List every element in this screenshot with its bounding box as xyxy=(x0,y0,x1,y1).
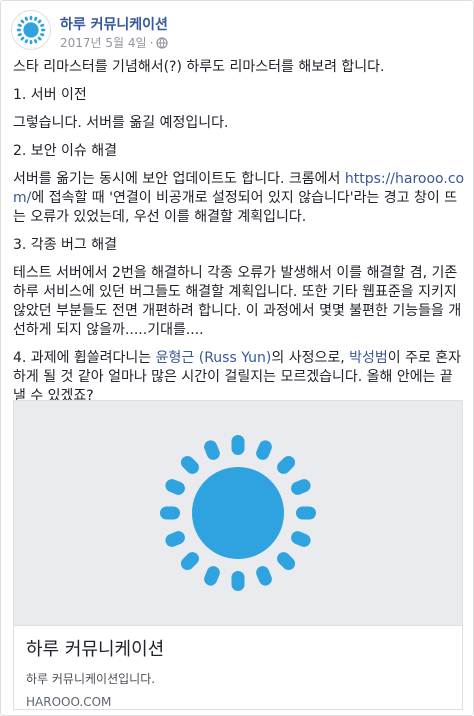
post-meta: 2017년 5월 4일 · xyxy=(60,34,168,51)
section-1-title: 1. 서버 이전 xyxy=(13,87,87,103)
link-preview-info[interactable]: 하루 커뮤니케이션 하루 커뮤니케이션입니다. HAROOO.COM xyxy=(14,625,462,709)
post-intro: 스타 리마스터를 기념해서(?) 하루도 리마스터를 해보려 합니다. xyxy=(13,59,385,75)
post-body: 스타 리마스터를 기념해서(?) 하루도 리마스터를 해보려 합니다. 1. 서… xyxy=(13,58,465,415)
meta-separator: · xyxy=(149,35,154,50)
link-preview-card[interactable]: 하루 커뮤니케이션 하루 커뮤니케이션입니다. HAROOO.COM xyxy=(13,400,463,710)
tagged-user-park[interactable]: 박성범 xyxy=(349,350,388,366)
globe-icon[interactable] xyxy=(156,36,168,49)
sun-logo-icon xyxy=(16,15,46,45)
tagged-user-russ-yun[interactable]: 윤형근 (Russ Yun) xyxy=(156,350,272,366)
section-4-text-b: 의 사정으로, xyxy=(271,350,350,366)
page-name-link[interactable]: 하루 커뮤니케이션 xyxy=(60,14,168,34)
section-2-text-a: 서버를 옮기는 동시에 보안 업데이트도 합니다. 크롬에서 xyxy=(13,171,345,187)
section-4-text-a: 4. 과제에 휩쓸려다니는 xyxy=(13,350,156,366)
link-preview-image[interactable] xyxy=(14,401,462,625)
facebook-post: 하루 커뮤니케이션 2017년 5월 4일 · 스타 리마스터를 기념해서(?)… xyxy=(0,0,474,716)
section-2-title: 2. 보안 이슈 해결 xyxy=(13,143,117,159)
section-1-body: 그렇습니다. 서버를 옮길 예정입니다. xyxy=(13,115,229,131)
link-description: 하루 커뮤니케이션입니다. xyxy=(26,672,156,686)
section-2-text-b: 에 접속할 때 '연결이 비공개로 설정되어 있지 않습니다'라는 경고 창이 … xyxy=(13,190,458,225)
post-date[interactable]: 2017년 5월 4일 xyxy=(60,34,147,51)
section-3-title: 3. 각종 버그 해결 xyxy=(13,237,117,253)
section-3-body: 테스트 서버에서 2번을 해결하니 각종 오류가 발생해서 이를 해결할 겸, … xyxy=(13,265,462,338)
link-domain: HAROOO.COM xyxy=(26,695,112,709)
post-header: 하루 커뮤니케이션 2017년 5월 4일 · xyxy=(11,10,465,50)
sun-logo-icon xyxy=(160,435,316,591)
link-title[interactable]: 하루 커뮤니케이션 xyxy=(26,638,450,662)
section-4-body: 4. 과제에 휩쓸려다니는 윤형근 (Russ Yun)의 사정으로, 박성범이… xyxy=(13,349,465,406)
page-avatar[interactable] xyxy=(11,10,51,50)
section-2-body: 서버를 옮기는 동시에 보안 업데이트도 합니다. 크롬에서 https://h… xyxy=(13,170,465,227)
